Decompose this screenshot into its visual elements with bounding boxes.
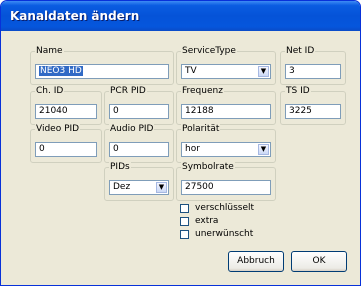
polaritaet-value: hor: [185, 144, 200, 154]
symbolrate-value: 27500: [185, 182, 214, 192]
tsid-input[interactable]: 3225: [285, 104, 341, 119]
servicetype-value: TV: [185, 66, 197, 76]
frequenz-value: 12188: [185, 106, 214, 116]
polaritaet-select[interactable]: hor ▼: [181, 142, 271, 157]
title-bar[interactable]: Kanaldaten ändern: [1, 1, 360, 31]
videopid-value: 0: [39, 144, 45, 154]
servicetype-select[interactable]: TV ▼: [181, 64, 271, 79]
symbolrate-group: Symbolrate 27500: [176, 161, 276, 201]
pids-value: Dez: [113, 182, 131, 192]
tsid-value: 3225: [289, 106, 312, 116]
tsid-label: TS ID: [285, 85, 311, 97]
polaritaet-group: Polarität hor ▼: [176, 123, 276, 163]
pids-select[interactable]: Dez ▼: [109, 180, 169, 195]
pcrpid-input[interactable]: 0: [109, 104, 169, 119]
dialog-body: Name NEO3 HD ServiceType TV ▼ Net ID 3 C…: [4, 31, 357, 282]
pcrpid-group: PCR PID 0: [104, 85, 174, 125]
verschluesselt-label: verschlüsselt: [195, 203, 255, 213]
frequenz-group: Frequenz 12188: [176, 85, 276, 125]
pids-group: PIDs Dez ▼: [104, 161, 174, 201]
extra-box[interactable]: [180, 217, 189, 226]
extra-label: extra: [195, 216, 219, 226]
chevron-down-icon[interactable]: ▼: [258, 144, 269, 155]
servicetype-label: ServiceType: [181, 45, 237, 57]
polaritaet-label: Polarität: [181, 123, 221, 135]
unerwuenscht-box[interactable]: [180, 230, 189, 239]
symbolrate-input[interactable]: 27500: [181, 180, 271, 195]
pcrpid-value: 0: [113, 106, 119, 116]
cancel-button[interactable]: Abbruch: [228, 251, 284, 272]
audiopid-input[interactable]: 0: [109, 142, 169, 157]
netid-group: Net ID 3: [280, 45, 346, 85]
audiopid-label: Audio PID: [109, 123, 155, 135]
name-group: Name NEO3 HD: [30, 45, 174, 85]
videopid-group: Video PID 0: [30, 123, 102, 163]
symbolrate-label: Symbolrate: [181, 161, 235, 173]
ok-button[interactable]: OK: [291, 251, 347, 272]
pcrpid-label: PCR PID: [109, 85, 147, 97]
name-input[interactable]: NEO3 HD: [35, 64, 169, 79]
videopid-input[interactable]: 0: [35, 142, 97, 157]
unerwuenscht-label: unerwünscht: [195, 229, 254, 239]
netid-label: Net ID: [285, 45, 316, 57]
frequenz-input[interactable]: 12188: [181, 104, 271, 119]
pids-label: PIDs: [109, 161, 131, 173]
videopid-label: Video PID: [35, 123, 81, 135]
tsid-group: TS ID 3225: [280, 85, 346, 125]
chid-value: 21040: [39, 106, 68, 116]
servicetype-group: ServiceType TV ▼: [176, 45, 276, 85]
verschluesselt-box[interactable]: [180, 204, 189, 213]
chevron-down-icon[interactable]: ▼: [258, 66, 269, 77]
window-title: Kanaldaten ändern: [10, 9, 140, 23]
audiopid-group: Audio PID 0: [104, 123, 174, 163]
netid-value: 3: [289, 66, 295, 76]
netid-input[interactable]: 3: [285, 64, 341, 79]
chid-group: Ch. ID 21040: [30, 85, 102, 125]
dialog-window: Kanaldaten ändern Name NEO3 HD ServiceTy…: [0, 0, 361, 286]
frequenz-label: Frequenz: [181, 85, 224, 97]
name-label: Name: [35, 45, 64, 57]
audiopid-value: 0: [113, 144, 119, 154]
chid-label: Ch. ID: [35, 85, 65, 97]
chevron-down-icon[interactable]: ▼: [156, 182, 167, 193]
name-value: NEO3 HD: [39, 66, 83, 76]
chid-input[interactable]: 21040: [35, 104, 97, 119]
